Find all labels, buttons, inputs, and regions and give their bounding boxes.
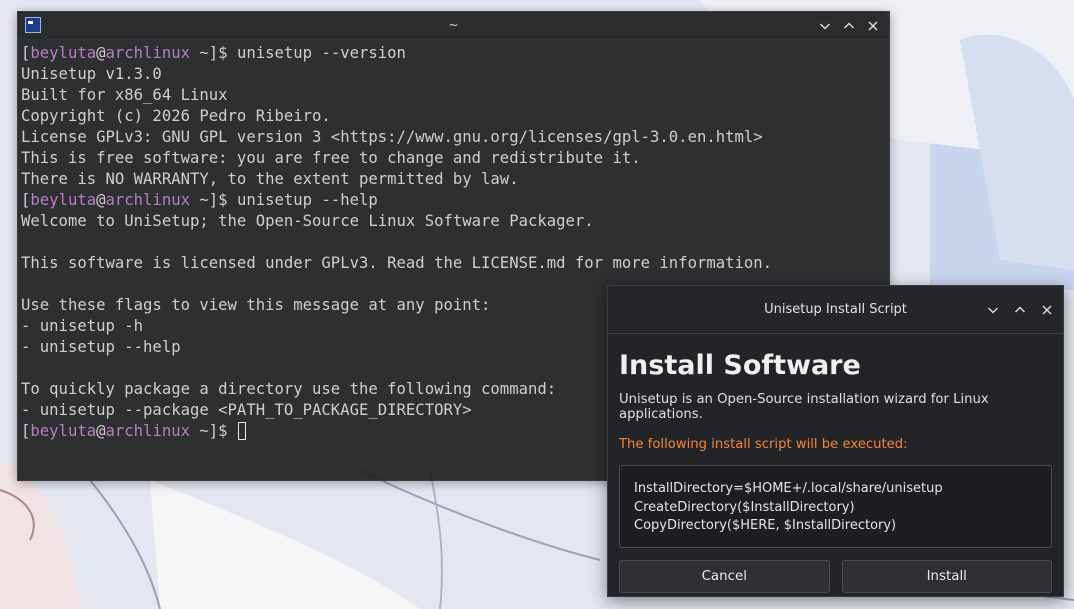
maximize-icon bbox=[1015, 306, 1025, 312]
terminal-prompt-line: [beyluta@archlinux ~]$ unisetup --help bbox=[21, 190, 889, 211]
dialog-minimize-button[interactable] bbox=[983, 300, 1003, 320]
script-line: InstallDirectory=$HOME+/.local/share/uni… bbox=[634, 481, 943, 496]
text-cursor bbox=[237, 422, 246, 440]
prompt-user: beyluta bbox=[30, 422, 97, 440]
prompt-path: ~]$ bbox=[190, 422, 237, 440]
prompt-path: ~]$ bbox=[190, 191, 237, 209]
minimize-button[interactable] bbox=[815, 16, 835, 36]
prompt-host: archlinux bbox=[105, 191, 191, 209]
cancel-button[interactable]: Cancel bbox=[619, 560, 830, 593]
dialog-heading: Install Software bbox=[619, 350, 861, 381]
prompt-command: unisetup --version bbox=[236, 44, 406, 62]
terminal-title: ~ bbox=[448, 18, 459, 32]
script-line: CopyDirectory($HERE, $InstallDirectory) bbox=[634, 518, 897, 534]
prompt-command: unisetup --help bbox=[236, 191, 378, 209]
install-script-box[interactable]: InstallDirectory=$HOME+/.local/share/uni… bbox=[619, 465, 1052, 548]
install-dialog[interactable]: Unisetup Install Script Install Software… bbox=[607, 285, 1064, 597]
prompt-user: beyluta bbox=[30, 44, 97, 62]
maximize-icon bbox=[844, 22, 854, 28]
close-icon bbox=[1042, 305, 1052, 314]
terminal-output-line: This software is licensed under GPLv3. R… bbox=[21, 254, 773, 272]
dialog-titlebar[interactable]: Unisetup Install Script bbox=[608, 286, 1063, 334]
install-button[interactable]: Install bbox=[841, 560, 1052, 593]
minimize-icon bbox=[988, 307, 998, 313]
dialog-description: Unisetup is an Open-Source installation … bbox=[619, 392, 989, 422]
terminal-output-line: License GPLv3: GNU GPL version 3 <https:… bbox=[21, 128, 763, 146]
prompt-at: @ bbox=[96, 191, 106, 209]
prompt-bracket: [ bbox=[21, 422, 31, 440]
prompt-path: ~]$ bbox=[190, 44, 237, 62]
dialog-body: Install Software Unisetup is an Open-Sou… bbox=[608, 349, 1063, 593]
terminal-output-line: This is free software: you are free to c… bbox=[21, 149, 641, 167]
terminal-output-line: Built for x86_64 Linux bbox=[21, 86, 228, 104]
minimize-icon bbox=[820, 23, 830, 29]
dialog-close-button[interactable] bbox=[1037, 300, 1057, 320]
prompt-bracket: [ bbox=[21, 191, 31, 209]
terminal-titlebar[interactable]: ~ bbox=[18, 12, 889, 40]
dialog-buttons: Cancel Install bbox=[619, 560, 1052, 593]
terminal-window-controls bbox=[815, 12, 883, 39]
terminal-output-line: Copyright (c) 2026 Pedro Ribeiro. bbox=[21, 107, 331, 125]
dialog-warning: The following install script will be exe… bbox=[619, 437, 908, 452]
terminal-output-line: Unisetup v1.3.0 bbox=[21, 65, 162, 83]
prompt-host: archlinux bbox=[105, 44, 191, 62]
terminal-prompt-line: [beyluta@archlinux ~]$ unisetup --versio… bbox=[21, 43, 889, 64]
prompt-host: archlinux bbox=[105, 422, 191, 440]
close-icon bbox=[868, 21, 878, 30]
prompt-bracket: [ bbox=[21, 44, 31, 62]
maximize-button[interactable] bbox=[839, 16, 859, 36]
script-line: CreateDirectory($InstallDirectory) bbox=[634, 499, 855, 515]
terminal-output-line: Welcome to UniSetup; the Open-Source Lin… bbox=[21, 212, 594, 230]
prompt-user: beyluta bbox=[30, 191, 97, 209]
prompt-at: @ bbox=[96, 44, 106, 62]
close-button[interactable] bbox=[863, 16, 883, 36]
dialog-maximize-button[interactable] bbox=[1010, 300, 1030, 320]
dialog-window-controls bbox=[983, 286, 1057, 333]
terminal-output-line: There is NO WARRANTY, to the extent perm… bbox=[21, 170, 519, 188]
prompt-at: @ bbox=[96, 422, 106, 440]
